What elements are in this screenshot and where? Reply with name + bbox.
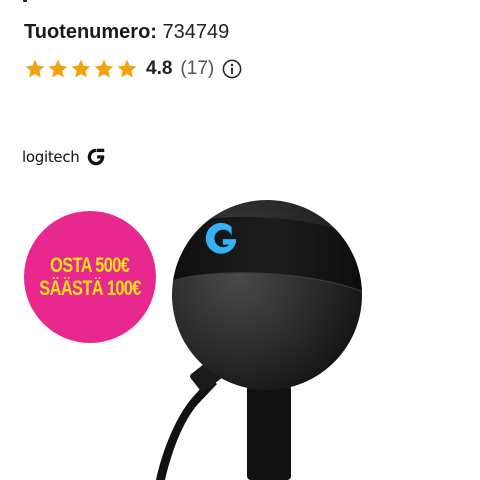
product-number-value: 734749 (162, 21, 230, 43)
rating-stars (24, 58, 138, 80)
promo-line-1: OSTA 500€ (50, 254, 130, 277)
info-icon[interactable] (222, 59, 242, 79)
logitech-g-icon (87, 148, 104, 166)
product-image[interactable] (140, 190, 400, 480)
rating-value: 4.8 (146, 58, 173, 79)
brand-name: logitech (22, 148, 80, 166)
promo-badge: OSTA 500€ SÄÄSTÄ 100€ (24, 211, 156, 343)
star-icon (117, 59, 137, 78)
promo-line-2: SÄÄSTÄ 100€ (39, 277, 141, 300)
star-icon (48, 59, 68, 78)
product-number-label: Tuotenumero: (24, 21, 157, 43)
product-number: Tuotenumero: 734749 (24, 20, 229, 44)
star-icon (71, 59, 91, 78)
review-count[interactable]: (17) (180, 58, 214, 80)
brand-logo[interactable]: logitech (22, 146, 107, 168)
star-icon (94, 59, 114, 78)
rating[interactable]: 4.8 (17) (24, 56, 242, 82)
star-icon (25, 59, 45, 78)
cropped-text-fragment (22, 0, 28, 2)
